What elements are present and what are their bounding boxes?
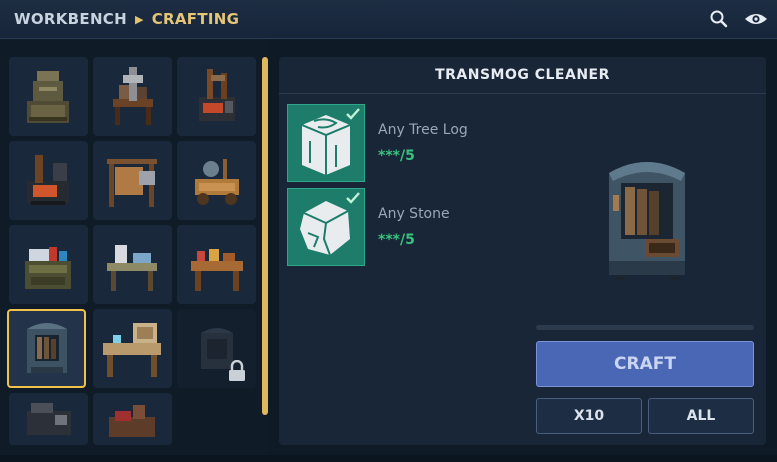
recipe-slot-cartography-table[interactable] — [93, 309, 172, 388]
cooking-bench-icon — [191, 249, 243, 291]
smelter-icon — [27, 155, 69, 205]
recipe-slot-cooking-bench[interactable] — [177, 225, 256, 304]
recipe-slot-workbench[interactable] — [9, 57, 88, 136]
breadcrumb: WORKBENCH ▶ CRAFTING — [14, 0, 239, 38]
grinder-icon — [27, 403, 71, 435]
tanning-rack-icon — [107, 159, 157, 207]
transmog-cleaner-icon — [27, 323, 67, 373]
search-icon[interactable] — [709, 9, 729, 29]
recipe-slot-scribe-table[interactable] — [9, 225, 88, 304]
bottom-strip — [0, 455, 777, 462]
alchemy-cart-icon — [195, 159, 239, 205]
ingredient-slot-stone[interactable] — [287, 188, 365, 266]
ingredient-slot-tree-log[interactable] — [287, 104, 365, 182]
recipe-slot-dye-station[interactable] — [93, 393, 172, 445]
ingredient-qty-stone: ***/5 — [378, 232, 415, 248]
tailor-table-icon — [107, 245, 157, 291]
top-bar: WORKBENCH ▶ CRAFTING — [0, 0, 777, 39]
recipe-title: TRANSMOG CLEANER — [279, 57, 766, 94]
recipe-slot-forge[interactable] — [177, 57, 256, 136]
breadcrumb-workbench[interactable]: WORKBENCH — [14, 10, 127, 28]
recipe-slot-tailor-table[interactable] — [93, 225, 172, 304]
eye-icon[interactable] — [744, 11, 768, 27]
craft-button[interactable]: CRAFT — [536, 341, 754, 387]
transmog-cleaner-preview — [609, 162, 685, 281]
breadcrumb-crafting: CRAFTING — [151, 10, 240, 28]
recipe-slot-alchemy-cart[interactable] — [177, 141, 256, 220]
lock-icon — [229, 360, 245, 381]
recipe-slot-tanning-rack[interactable] — [93, 141, 172, 220]
craft-x10-button[interactable]: X10 — [536, 398, 642, 434]
workbench-icon — [27, 71, 69, 123]
ingredient-name-stone: Any Stone — [378, 206, 450, 222]
breadcrumb-separator-icon: ▶ — [134, 12, 144, 26]
dye-station-icon — [109, 405, 155, 437]
recipe-slot-transmog-cleaner[interactable] — [7, 309, 86, 388]
craft-progress-bar — [536, 325, 754, 330]
check-icon — [346, 108, 360, 120]
forge-icon — [199, 69, 235, 121]
recipe-slot-grinder[interactable] — [9, 393, 88, 445]
scribe-table-icon — [25, 247, 71, 289]
recipe-slot-smelter[interactable] — [9, 141, 88, 220]
recipe-detail-panel: TRANSMOG CLEANER Any Tree Log ***/5 Any … — [279, 57, 766, 445]
ingredient-name-tree-log: Any Tree Log — [378, 122, 468, 138]
recipe-slot-locked[interactable] — [177, 309, 256, 388]
recipe-slot-anvil-station[interactable] — [93, 57, 172, 136]
grid-scrollbar[interactable] — [262, 57, 268, 415]
ingredient-qty-tree-log: ***/5 — [378, 148, 415, 164]
cartography-table-icon — [103, 323, 161, 377]
craft-all-button[interactable]: ALL — [648, 398, 754, 434]
check-icon — [346, 192, 360, 204]
anvil-station-icon — [113, 67, 153, 125]
